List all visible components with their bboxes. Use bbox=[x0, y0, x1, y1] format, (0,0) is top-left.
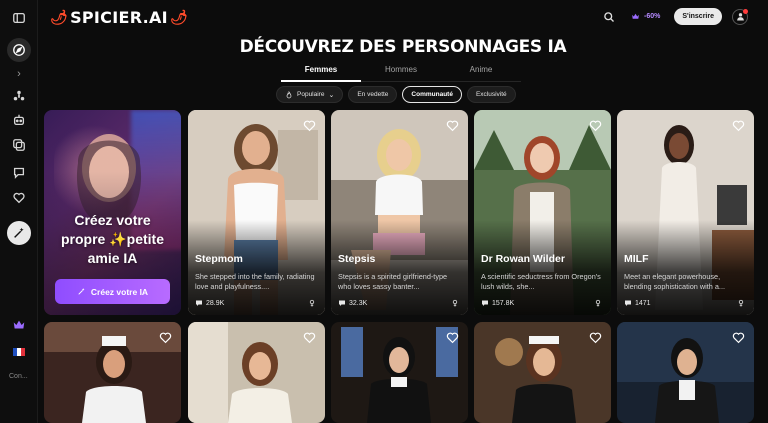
character-card[interactable] bbox=[188, 322, 325, 423]
character-name: MILF bbox=[624, 253, 649, 265]
logo[interactable]: 🌶 SPICIER.AI 🌶 bbox=[50, 8, 188, 27]
character-card[interactable]: MILF Meet an elegant powerhouse, blendin… bbox=[617, 110, 754, 315]
favorite-heart-icon[interactable] bbox=[589, 331, 602, 344]
gender-icon bbox=[595, 299, 601, 307]
chat-icon[interactable] bbox=[7, 160, 31, 184]
character-description: A scientific seductress from Oregon's lu… bbox=[481, 272, 601, 291]
create-ai-text: Créez votre propre ✨petite amie IA bbox=[61, 212, 164, 266]
favorite-heart-icon[interactable] bbox=[732, 331, 745, 344]
expand-chevron-icon[interactable]: › bbox=[7, 62, 31, 86]
chat-bubble-icon bbox=[625, 300, 631, 306]
premium-crown-icon[interactable] bbox=[7, 313, 31, 337]
create-ai-button-label: Créez votre IA bbox=[90, 286, 149, 297]
sidebar-con-label[interactable]: Con... bbox=[9, 373, 28, 380]
heart-pulse-icon[interactable] bbox=[7, 186, 31, 210]
tab-femmes[interactable]: Femmes bbox=[281, 62, 361, 82]
character-card[interactable] bbox=[474, 322, 611, 423]
create-ai-button[interactable]: Créez votre IA bbox=[55, 279, 170, 304]
sidebar: › Con... bbox=[0, 0, 38, 423]
create-ai-card[interactable]: Créez votre propre ✨petite amie IA Créez… bbox=[44, 110, 181, 315]
toggle-sidebar-icon[interactable] bbox=[7, 6, 31, 30]
favorite-heart-icon[interactable] bbox=[446, 119, 459, 132]
pepper-icon: 🌶 bbox=[50, 9, 69, 26]
favorite-heart-icon[interactable] bbox=[589, 119, 602, 132]
explore-compass-icon[interactable] bbox=[7, 38, 31, 62]
character-card[interactable] bbox=[44, 322, 181, 423]
chat-bubble-icon bbox=[196, 300, 202, 306]
pepper-icon: 🌶 bbox=[169, 9, 189, 26]
filter-populaire[interactable]: Populaire ⌄ bbox=[276, 86, 344, 103]
language-flag-icon[interactable] bbox=[7, 340, 31, 364]
filter-exclusivite[interactable]: Exclusivité bbox=[466, 86, 516, 103]
filter-en-vedette[interactable]: En vedette bbox=[348, 86, 398, 103]
character-card[interactable]: Dr Rowan Wilder A scientific seductress … bbox=[474, 110, 611, 315]
signin-button[interactable]: S'inscrire bbox=[674, 8, 722, 25]
create-wand-icon[interactable] bbox=[7, 221, 31, 245]
favorite-heart-icon[interactable] bbox=[159, 331, 172, 344]
favorite-heart-icon[interactable] bbox=[303, 119, 316, 132]
favorite-heart-icon[interactable] bbox=[303, 331, 316, 344]
character-name: Stepmom bbox=[195, 253, 243, 265]
filter-communaute[interactable]: Communauté bbox=[402, 86, 462, 103]
chat-bubble-icon bbox=[482, 300, 488, 306]
character-description: Stepsis is a spirited girlfriend-type wh… bbox=[338, 272, 448, 291]
gender-icon bbox=[452, 299, 458, 307]
notification-dot bbox=[743, 8, 748, 14]
tab-anime[interactable]: Anime bbox=[441, 62, 521, 81]
flame-icon bbox=[286, 90, 292, 98]
character-name: Dr Rowan Wilder bbox=[481, 253, 565, 265]
tab-hommes[interactable]: Hommes bbox=[361, 62, 441, 81]
gallery-icon[interactable] bbox=[7, 133, 31, 157]
character-name: Stepsis bbox=[338, 253, 376, 265]
favorite-heart-icon[interactable] bbox=[446, 331, 459, 344]
character-description: Meet an elegant powerhouse, blending sop… bbox=[624, 272, 726, 291]
robot-icon[interactable] bbox=[7, 108, 31, 132]
top-header: 🌶 SPICIER.AI 🌶 -60% S'inscrire bbox=[38, 0, 768, 34]
wand-icon bbox=[78, 288, 85, 295]
gender-tabs: Femmes Hommes Anime bbox=[281, 62, 521, 82]
page-title: Découvrez des personnages IA bbox=[239, 37, 567, 57]
chevron-down-icon: ⌄ bbox=[328, 91, 335, 99]
chat-count: 157.8K bbox=[492, 299, 515, 307]
search-icon[interactable] bbox=[601, 9, 617, 25]
gender-icon bbox=[309, 299, 315, 307]
character-card[interactable]: Stepmom She stepped into the family, rad… bbox=[188, 110, 325, 315]
character-description: She stepped into the family, radiating l… bbox=[195, 272, 315, 291]
filter-populaire-label: Populaire bbox=[297, 91, 325, 98]
user-icon[interactable] bbox=[732, 8, 748, 25]
chat-bubble-icon bbox=[339, 300, 345, 306]
promo-text: -60% bbox=[644, 13, 661, 20]
chat-count: 32.3K bbox=[349, 299, 368, 307]
favorite-heart-icon[interactable] bbox=[732, 119, 745, 132]
chat-count: 1471 bbox=[635, 299, 651, 307]
gender-icon bbox=[738, 299, 744, 307]
character-card[interactable] bbox=[331, 322, 468, 423]
crown-icon bbox=[632, 13, 639, 19]
logo-text: SPICIER.AI bbox=[70, 8, 168, 27]
filter-chips: Populaire ⌄ En vedette Communauté Exclus… bbox=[276, 86, 516, 103]
community-icon[interactable] bbox=[7, 84, 31, 108]
promo-badge[interactable]: -60% bbox=[627, 12, 664, 21]
character-card[interactable] bbox=[617, 322, 754, 423]
character-card[interactable]: Stepsis Stepsis is a spirited girlfriend… bbox=[331, 110, 468, 315]
chat-count: 28.9K bbox=[206, 299, 225, 307]
